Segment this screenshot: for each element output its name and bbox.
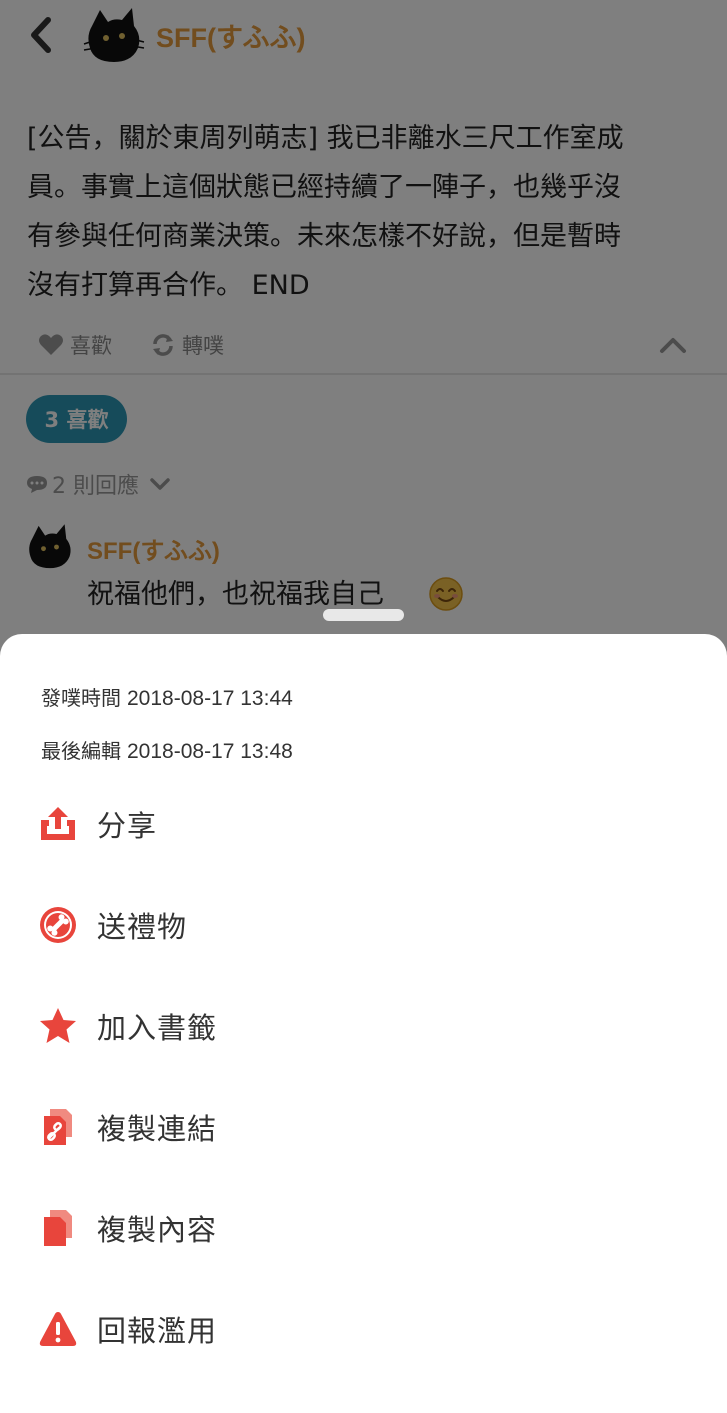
edited-time-value: 2018-08-17 13:48	[127, 740, 293, 763]
gift-icon	[38, 905, 78, 945]
menu-item-bookmark[interactable]: 加入書籤	[0, 981, 727, 1071]
menu-item-gift[interactable]: 送禮物	[0, 880, 727, 970]
menu-item-copy-content[interactable]: 複製內容	[0, 1183, 727, 1273]
copy-content-icon	[38, 1208, 78, 1248]
edited-time-label: 最後編輯	[41, 739, 121, 763]
star-icon	[38, 1006, 78, 1046]
sheet-grab-handle[interactable]	[323, 609, 404, 621]
copy-link-icon	[38, 1107, 78, 1147]
share-icon	[38, 804, 78, 844]
menu-item-label: 回報濫用	[97, 1314, 218, 1348]
menu-item-label: 分享	[97, 809, 158, 843]
posted-time-label: 發噗時間	[41, 686, 121, 710]
posted-time-value: 2018-08-17 13:44	[127, 687, 293, 710]
menu-item-label: 複製連結	[97, 1112, 218, 1146]
post-options-sheet: 發噗時間 2018-08-17 13:44 最後編輯 2018-08-17 13:4…	[0, 634, 727, 1413]
menu-item-share[interactable]: 分享	[0, 779, 727, 869]
menu-item-label: 複製內容	[97, 1213, 218, 1247]
warning-icon	[38, 1309, 78, 1349]
edited-time-line: 最後編輯 2018-08-17 13:48	[41, 735, 293, 764]
menu-item-label: 送禮物	[97, 910, 188, 944]
posted-time-line: 發噗時間 2018-08-17 13:44	[41, 682, 293, 711]
menu-item-label: 加入書籤	[97, 1011, 218, 1045]
menu-item-report[interactable]: 回報濫用	[0, 1284, 727, 1374]
menu-item-copy-link[interactable]: 複製連結	[0, 1082, 727, 1172]
